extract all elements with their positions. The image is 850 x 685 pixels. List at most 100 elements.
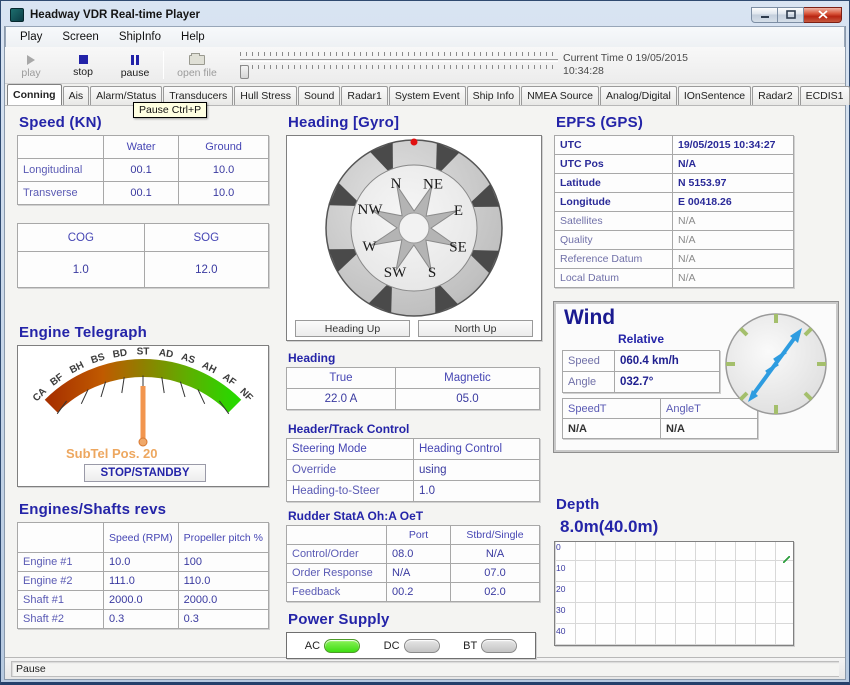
current-time: Current Time 0 19/05/2015 10:34:28: [563, 52, 753, 78]
pause-tooltip: Pause Ctrl+P: [133, 102, 207, 118]
heading-true-value: 22.0 A: [287, 389, 396, 410]
rudder-row-label: Order Response: [287, 564, 387, 583]
tab-ship-info[interactable]: Ship Info: [467, 86, 520, 105]
power-supply-title: Power Supply: [288, 611, 544, 628]
tab-nmea-source[interactable]: NMEA Source: [521, 86, 599, 105]
compass-label-nw: NW: [358, 202, 384, 218]
tab-conning[interactable]: Conning: [7, 84, 62, 105]
compass-label-w: W: [362, 239, 377, 255]
play-button[interactable]: play: [5, 47, 57, 83]
telegraph-gauge: CA BF BH BS BD ST AD AS AH AF NF: [23, 348, 263, 448]
track-row-value: 1.0: [414, 481, 540, 502]
menu-play[interactable]: Play: [10, 28, 52, 46]
tab-system-event[interactable]: System Event: [389, 86, 466, 105]
compass-rose: N NE E SE S SW W NW: [289, 136, 539, 320]
gyro-panel: N NE E SE S SW W NW Heading Up North Up: [286, 135, 542, 341]
epfs-row-label: Longitude: [555, 193, 673, 212]
current-time-label: Current Time 0 19/05/2015: [563, 52, 753, 65]
rudder-stbrd-value: N/A: [451, 545, 540, 564]
window-title: Headway VDR Real-time Player: [30, 9, 751, 21]
menu-shipinfo[interactable]: ShipInfo: [109, 28, 171, 46]
wind-angle-label: Angle: [563, 372, 615, 393]
wind-speed-value: 060.4 km/h: [615, 351, 720, 372]
table-row: Steering Mode Heading Control: [287, 439, 540, 460]
pause-button[interactable]: pause: [109, 47, 161, 83]
wind-speed-angle-table: Speed 060.4 km/h Angle 032.7°: [562, 350, 720, 393]
power-item-ac: AC: [305, 639, 360, 653]
menu-help[interactable]: Help: [171, 28, 215, 46]
wind-speedt-value: N/A: [563, 419, 661, 439]
rudder-section-title: Rudder StatA Oh:A OeT: [288, 509, 544, 523]
table-row: Local DatumN/A: [555, 269, 794, 288]
tab-hull-stress[interactable]: Hull Stress: [234, 86, 297, 105]
table-row: Shaft #2 0.3 0.3: [18, 610, 269, 629]
app-icon: [10, 8, 24, 22]
engine-row-label: Shaft #1: [18, 591, 104, 610]
open-file-button-label: open file: [177, 67, 217, 79]
slider-thumb[interactable]: [240, 65, 249, 79]
wind-dial: [722, 310, 830, 418]
epfs-row-value: E 00418.26: [673, 193, 794, 212]
speed-ground-value: 10.0: [179, 159, 269, 182]
engine-row-label: Shaft #2: [18, 610, 104, 629]
engine-speed-value: 10.0: [104, 553, 179, 572]
corner-cell: [18, 136, 104, 159]
track-row-label: Steering Mode: [287, 439, 414, 460]
stop-button[interactable]: stop: [57, 47, 109, 83]
epfs-row-label: UTC: [555, 136, 673, 155]
wind-panel: Wind Relative Speed 060.4 km/h Angle 032…: [554, 302, 838, 452]
speed-col-water: Water: [104, 136, 179, 159]
tab-sound[interactable]: Sound: [298, 86, 340, 105]
tab-analog-digital[interactable]: Analog/Digital: [600, 86, 677, 105]
close-icon: [818, 10, 828, 19]
tab-radar2[interactable]: Radar2: [752, 86, 798, 105]
tab-ais[interactable]: Ais: [63, 86, 90, 105]
speed-ground-value: 10.0: [179, 182, 269, 205]
heading-magnetic-value: 05.0: [395, 389, 539, 410]
open-file-icon: [189, 55, 205, 65]
tab-ecdis1[interactable]: ECDIS1: [800, 86, 850, 105]
table-row: LongitudeE 00418.26: [555, 193, 794, 212]
heading-table: True Magnetic 22.0 A 05.0: [286, 367, 540, 410]
close-button[interactable]: [804, 7, 842, 23]
north-up-button[interactable]: North Up: [418, 320, 533, 337]
table-row: Shaft #1 2000.0 2000.0: [18, 591, 269, 610]
engines-title: Engines/Shafts revs: [19, 501, 273, 518]
heading-up-button[interactable]: Heading Up: [295, 320, 410, 337]
table-row: Override using: [287, 460, 540, 481]
depth-axis-tick: 10: [556, 564, 565, 572]
depth-title: Depth: [556, 496, 842, 513]
depth-trace-mark: [783, 556, 790, 563]
epfs-row-value: N 5153.97: [673, 174, 794, 193]
slider-ticks-top: [240, 52, 558, 56]
rudder-stbrd-value: 07.0: [451, 564, 540, 583]
epfs-row-label: Reference Datum: [555, 250, 673, 269]
telegraph-arc: [23, 348, 263, 448]
compass-label-se: SE: [449, 240, 467, 256]
dc-indicator: [404, 639, 440, 653]
maximize-icon: [786, 10, 796, 19]
menu-screen[interactable]: Screen: [52, 28, 108, 46]
minimize-icon: [760, 10, 770, 19]
speed-row-label: Longitudinal: [18, 159, 104, 182]
current-time-value: 10:34:28: [563, 65, 753, 78]
heading-section-title: Heading: [288, 351, 544, 365]
heading-col-true: True: [287, 368, 396, 389]
tab-ionsentence[interactable]: IOnSentence: [678, 86, 751, 105]
engine-speed-value: 0.3: [104, 610, 179, 629]
minimize-button[interactable]: [751, 7, 778, 23]
speed-col-ground: Ground: [179, 136, 269, 159]
track-row-label: Override: [287, 460, 414, 481]
stop-standby-button[interactable]: STOP/STANDBY: [84, 464, 206, 482]
titlebar[interactable]: Headway VDR Real-time Player: [4, 1, 846, 26]
pause-icon: [131, 55, 139, 65]
tab-radar1[interactable]: Radar1: [341, 86, 387, 105]
table-row: Heading-to-Steer 1.0: [287, 481, 540, 502]
slider-track[interactable]: [240, 59, 558, 62]
open-file-button[interactable]: open file: [166, 47, 228, 83]
track-control-table: Steering Mode Heading Control Override u…: [286, 438, 540, 502]
maximize-button[interactable]: [778, 7, 804, 23]
sog-header: SOG: [144, 224, 268, 252]
tabbar: Conning Ais Alarm/Status Transducers Hul…: [5, 84, 845, 106]
playback-slider[interactable]: [240, 52, 558, 79]
